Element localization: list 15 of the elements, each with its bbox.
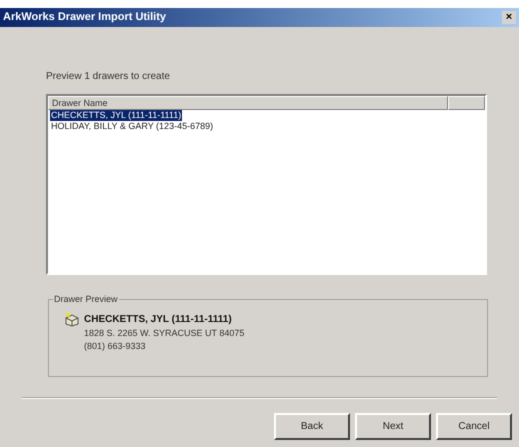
preview-phone: (801) 663-9333 bbox=[84, 340, 147, 353]
column-header[interactable]: Drawer Name bbox=[48, 96, 448, 110]
preview-address: 1828 S. 2265 W. SYRACUSE UT 84075 bbox=[84, 327, 246, 340]
prompt-label: Preview 1 drawers to create bbox=[46, 70, 171, 84]
dialog-button[interactable]: Next bbox=[355, 413, 431, 440]
dialog-button[interactable]: Back bbox=[274, 413, 350, 440]
preview-name: CHECKETTS, JYL (111-11-1111) bbox=[84, 313, 232, 327]
dialog-button[interactable]: Cancel bbox=[436, 413, 512, 440]
list-item[interactable]: CHECKETTS, JYL (111-11-1111) bbox=[50, 110, 182, 121]
column-header-filler bbox=[448, 96, 485, 110]
window-title: ArkWorks Drawer Import Utility bbox=[3, 10, 166, 26]
drawer-box-icon bbox=[65, 312, 79, 326]
drawer-list[interactable]: Drawer Name CHECKETTS, JYL (111-11-1111) HOLIDAY, BILLY & GARY (123-45-6789) bbox=[46, 94, 487, 275]
close-button[interactable]: × bbox=[502, 11, 516, 24]
list-item[interactable]: HOLIDAY, BILLY & GARY (123-45-6789) bbox=[50, 121, 214, 132]
